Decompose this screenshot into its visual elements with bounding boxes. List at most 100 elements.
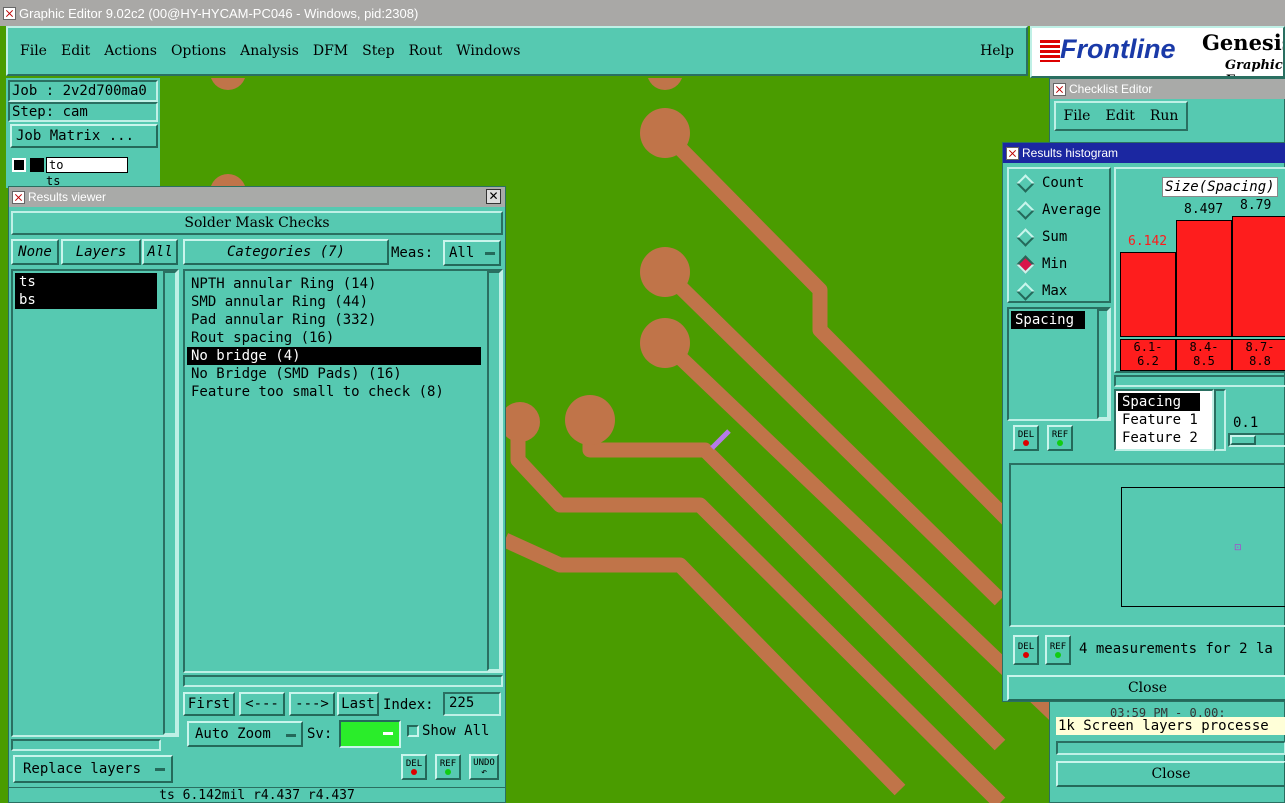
- menu-actions[interactable]: Actions: [104, 43, 157, 59]
- menu-edit[interactable]: Edit: [61, 43, 90, 59]
- layers-list[interactable]: ts bs: [11, 269, 179, 737]
- log-hscrollbar[interactable]: [1056, 741, 1285, 755]
- scale-slider[interactable]: [1228, 433, 1285, 447]
- last-button[interactable]: Last: [337, 692, 379, 716]
- histogram-title: Results histogram: [1022, 146, 1119, 160]
- sv-color-dropdown[interactable]: [339, 720, 401, 748]
- menu-rout[interactable]: Rout: [409, 43, 443, 59]
- list-item-selected[interactable]: No bridge (4): [187, 347, 481, 365]
- mode-average[interactable]: Average: [1016, 200, 1101, 220]
- menu-step[interactable]: Step: [362, 43, 394, 59]
- del-label: DEL: [1017, 430, 1035, 440]
- del-button[interactable]: DEL: [401, 754, 427, 780]
- del-label: DEL: [405, 759, 423, 769]
- layer-checkbox[interactable]: [12, 158, 26, 172]
- meas-dropdown[interactable]: All: [443, 240, 501, 266]
- step-label: Step: cam: [8, 102, 158, 122]
- list-item[interactable]: No Bridge (SMD Pads) (16): [187, 365, 402, 383]
- results-viewer-header: Solder Mask Checks: [11, 211, 503, 235]
- list-item[interactable]: NPTH annular Ring (14): [187, 275, 376, 293]
- window-menu-icon[interactable]: [12, 190, 25, 204]
- app-titlebar: Graphic Editor 9.02c2 (00@HY-HYCAM-PC046…: [0, 0, 1285, 26]
- slider-thumb[interactable]: [1230, 435, 1256, 445]
- categories-scrollbar[interactable]: [487, 271, 501, 671]
- histogram-bar[interactable]: [1232, 216, 1285, 337]
- log-line-highlight: 1k Screen layers processe: [1056, 717, 1285, 735]
- all-button[interactable]: All: [142, 239, 178, 265]
- menu-bar: File Edit Actions Options Analysis DFM S…: [6, 26, 1028, 76]
- prev-button[interactable]: <---: [239, 692, 285, 716]
- hist-ref-button[interactable]: REF: [1047, 425, 1073, 451]
- menu-analysis[interactable]: Analysis: [240, 43, 299, 59]
- results-viewer-window: Results viewer ✕ Solder Mask Checks None…: [8, 186, 506, 803]
- categories-hscrollbar[interactable]: [183, 675, 503, 687]
- replace-layers-dropdown[interactable]: Replace layers: [13, 755, 173, 783]
- hist-del-button[interactable]: DEL: [1013, 425, 1039, 451]
- left-field-list[interactable]: Spacing: [1007, 307, 1111, 421]
- index-field[interactable]: 225: [443, 692, 501, 716]
- mode-count[interactable]: Count: [1016, 173, 1084, 193]
- bars-area: 6.142 8.497 8.79: [1120, 198, 1285, 337]
- checklist-close-button[interactable]: Close: [1056, 761, 1285, 787]
- close-icon[interactable]: ✕: [486, 189, 501, 204]
- chart-hscrollbar[interactable]: [1114, 375, 1285, 387]
- first-button[interactable]: First: [183, 692, 235, 716]
- categories-button[interactable]: Categories (7): [183, 239, 389, 265]
- checklist-editor-title: Checklist Editor: [1069, 82, 1153, 96]
- job-matrix-button[interactable]: Job Matrix ...: [10, 124, 158, 148]
- checklist-menu-run[interactable]: Run: [1150, 108, 1179, 124]
- scale-value: 0.1: [1233, 415, 1259, 431]
- auto-zoom-dropdown[interactable]: Auto Zoom: [187, 721, 303, 747]
- preview-ref-button[interactable]: REF: [1045, 635, 1071, 665]
- preview-del-button[interactable]: DEL: [1013, 635, 1039, 665]
- mode-sum[interactable]: Sum: [1016, 227, 1067, 247]
- next-button[interactable]: --->: [289, 692, 335, 716]
- radio-icon: [1016, 227, 1035, 247]
- list-item[interactable]: Rout spacing (16): [187, 329, 334, 347]
- category-tick-label: 8.4- 8.5: [1176, 339, 1232, 371]
- ref-button[interactable]: REF: [435, 754, 461, 780]
- left-list-scrollbar[interactable]: [1097, 309, 1109, 419]
- list-item[interactable]: Feature too small to check (8): [187, 383, 444, 401]
- menu-windows[interactable]: Windows: [456, 43, 520, 59]
- list-item[interactable]: SMD annular Ring (44): [187, 293, 368, 311]
- dropdown-icon: [286, 734, 296, 737]
- preview-marker-icon: ⊡: [1234, 542, 1242, 552]
- show-all-checkbox[interactable]: [407, 725, 419, 737]
- right-field-list[interactable]: Spacing Feature 1 Feature 2: [1114, 389, 1214, 451]
- categories-list[interactable]: NPTH annular Ring (14) SMD annular Ring …: [183, 269, 503, 673]
- window-menu-icon[interactable]: [1006, 146, 1019, 160]
- close-icon[interactable]: [3, 6, 16, 20]
- checklist-menu-edit[interactable]: Edit: [1106, 108, 1135, 124]
- list-item[interactable]: Spacing: [1118, 393, 1200, 411]
- list-item[interactable]: ts: [15, 273, 157, 291]
- layers-button[interactable]: Layers: [61, 239, 141, 265]
- menu-options[interactable]: Options: [171, 43, 226, 59]
- meas-label: Meas:: [391, 245, 434, 261]
- list-item[interactable]: Spacing: [1011, 311, 1085, 329]
- show-all-label: Show All: [422, 723, 490, 739]
- menu-help[interactable]: Help: [980, 43, 1014, 59]
- mode-min[interactable]: Min: [1016, 254, 1067, 274]
- histogram-close-button[interactable]: Close: [1007, 675, 1285, 701]
- layers-hscrollbar[interactable]: [11, 739, 161, 751]
- window-menu-icon[interactable]: [1053, 82, 1066, 96]
- histogram-bar[interactable]: [1176, 220, 1232, 337]
- none-button[interactable]: None: [11, 239, 59, 265]
- dropdown-icon: [155, 768, 165, 771]
- layers-scrollbar[interactable]: [163, 271, 177, 735]
- checklist-menu-file[interactable]: File: [1064, 108, 1091, 124]
- menu-file[interactable]: File: [20, 43, 47, 59]
- list-item[interactable]: bs: [15, 291, 157, 309]
- del-icon: [1023, 652, 1029, 658]
- del-label: DEL: [1017, 642, 1035, 652]
- list-item[interactable]: Feature 1: [1118, 411, 1198, 429]
- undo-button[interactable]: UNDO ↶: [469, 754, 499, 780]
- mode-max[interactable]: Max: [1016, 281, 1067, 301]
- list-item[interactable]: Feature 2: [1118, 429, 1198, 447]
- list-item[interactable]: Pad annular Ring (332): [187, 311, 376, 329]
- histogram-bar[interactable]: [1120, 252, 1176, 337]
- menu-dfm[interactable]: DFM: [313, 43, 348, 59]
- right-list-scrollbar[interactable]: [1214, 389, 1226, 451]
- layer-row-to[interactable]: to: [46, 157, 128, 173]
